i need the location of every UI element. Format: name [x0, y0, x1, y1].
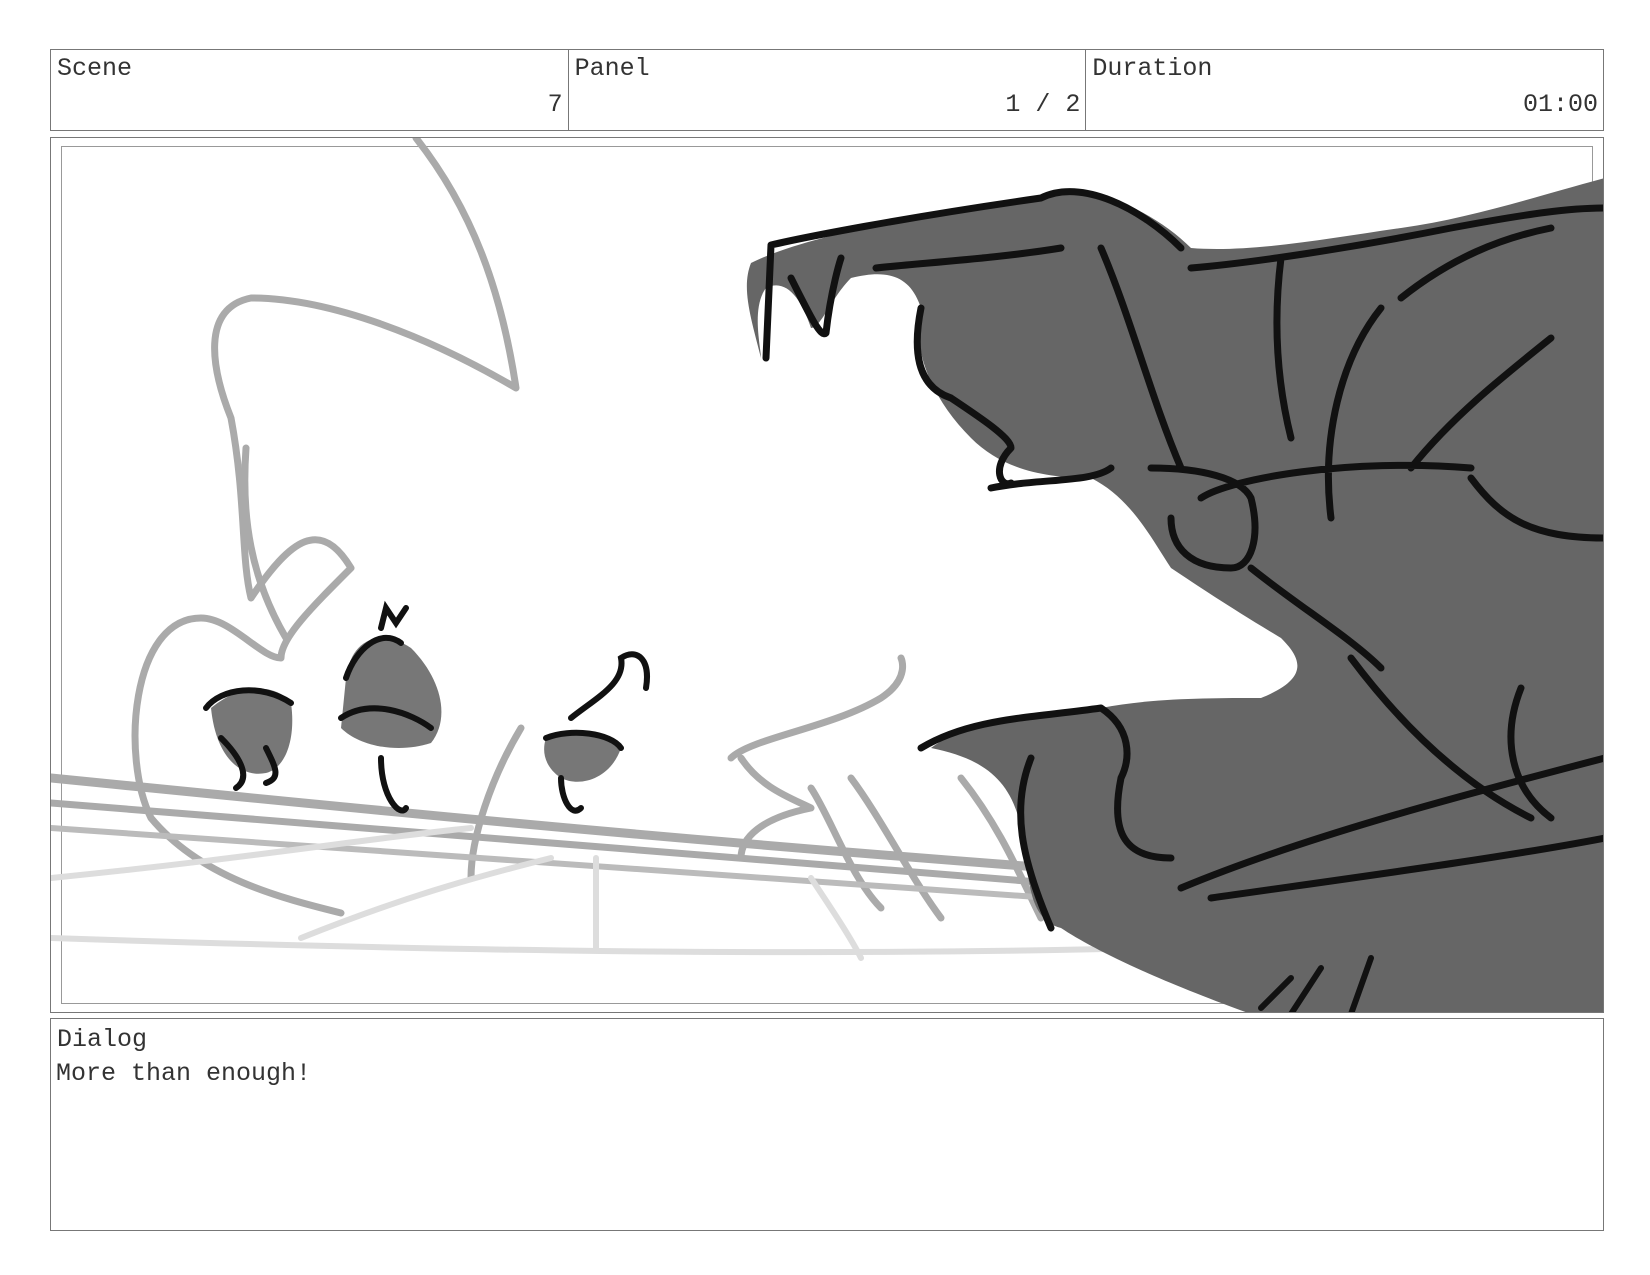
panel-cell: Panel 1 / 2 — [569, 50, 1087, 130]
dialog-label: Dialog — [57, 1025, 148, 1054]
panel-label: Panel — [574, 54, 650, 83]
scene-cell: Scene 7 — [51, 50, 569, 130]
small-creatures — [203, 600, 650, 814]
dialog-text: More than enough! — [56, 1059, 312, 1088]
duration-value: 01:00 — [1523, 90, 1599, 119]
duration-label: Duration — [1092, 54, 1213, 83]
storyboard-sketch — [51, 138, 1603, 1012]
scene-value: 7 — [547, 90, 563, 119]
scene-label: Scene — [57, 54, 133, 83]
panel-value: 1 / 2 — [1005, 90, 1081, 119]
dialog-box: Dialog More than enough! — [50, 1018, 1604, 1231]
duration-cell: Duration 01:00 — [1086, 50, 1603, 130]
panel-header: Scene 7 Panel 1 / 2 Duration 01:00 — [50, 49, 1604, 131]
storyboard-frame — [50, 137, 1604, 1013]
